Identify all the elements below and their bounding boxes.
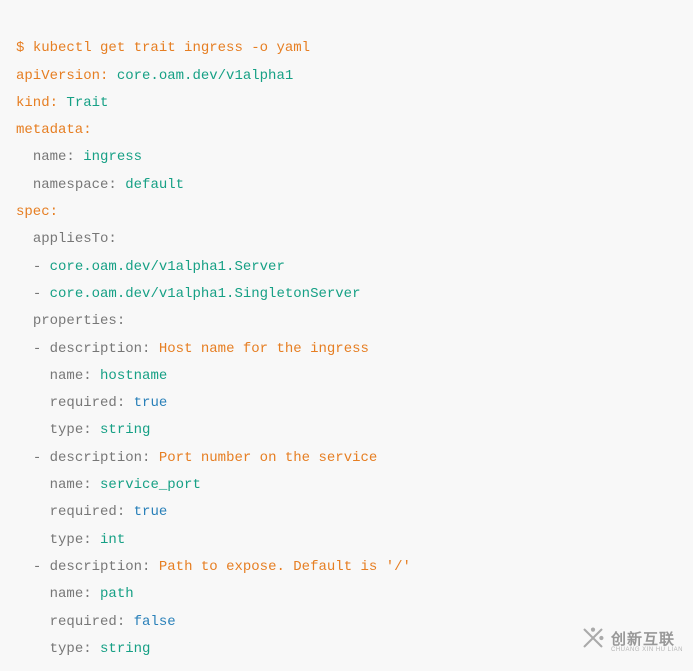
yaml-val-type: string [100,422,150,438]
yaml-val-description: Path to expose. Default is '/' [159,559,411,575]
yaml-key-apiversion: apiVersion: [16,68,108,84]
yaml-key-metadata: metadata: [16,122,92,138]
yaml-key-name: name: [33,149,75,165]
yaml-key-kind: kind: [16,95,58,111]
yaml-val-namespace: default [125,177,184,193]
watermark: 创新互联 CHUANG XIN HU LIAN [579,624,683,661]
list-dash: - [33,450,41,466]
yaml-key-properties: properties: [33,313,125,329]
watermark-logo-icon [579,624,607,661]
yaml-val-required: true [134,395,168,411]
yaml-val-type: int [100,532,125,548]
yaml-key-appliesto: appliesTo: [33,231,117,247]
yaml-key-spec: spec: [16,204,58,220]
yaml-appliesto-item: core.oam.dev/v1alpha1.SingletonServer [50,286,361,302]
yaml-val-type: string [100,641,150,657]
yaml-val-name: ingress [83,149,142,165]
yaml-val-propname: path [100,586,134,602]
list-dash: - [33,341,41,357]
yaml-key-type: type: [50,532,92,548]
command-flag: o yaml [260,40,310,56]
yaml-key-required: required: [50,504,126,520]
yaml-key-namespace: namespace: [33,177,117,193]
yaml-key-propname: name: [50,586,92,602]
terminal-output: $ kubectl get trait ingress -o yaml apiV… [16,8,677,663]
yaml-key-propname: name: [50,368,92,384]
yaml-appliesto-item: core.oam.dev/v1alpha1.Server [50,259,285,275]
yaml-key-description: description: [50,559,151,575]
yaml-val-description: Port number on the service [159,450,377,466]
command-dash: - [251,40,259,56]
prompt-line: $ kubectl get trait ingress -o yaml [16,40,310,56]
yaml-val-propname: hostname [100,368,167,384]
yaml-val-description: Host name for the ingress [159,341,369,357]
yaml-key-description: description: [50,341,151,357]
yaml-val-propname: service_port [100,477,201,493]
list-dash: - [33,559,41,575]
watermark-main-text: 创新互联 [611,632,683,647]
yaml-key-description: description: [50,450,151,466]
list-dash: - [33,286,41,302]
yaml-val-required: true [134,504,168,520]
yaml-val-required: false [134,614,176,630]
yaml-val-kind: Trait [66,95,108,111]
command-text: kubectl get trait ingress [33,40,243,56]
watermark-text: 创新互联 CHUANG XIN HU LIAN [611,632,683,653]
watermark-sub-text: CHUANG XIN HU LIAN [611,647,683,653]
yaml-key-type: type: [50,641,92,657]
yaml-key-propname: name: [50,477,92,493]
list-dash: - [33,259,41,275]
yaml-key-required: required: [50,614,126,630]
yaml-val-apiversion: core.oam.dev/v1alpha1 [117,68,293,84]
yaml-key-type: type: [50,422,92,438]
yaml-key-required: required: [50,395,126,411]
